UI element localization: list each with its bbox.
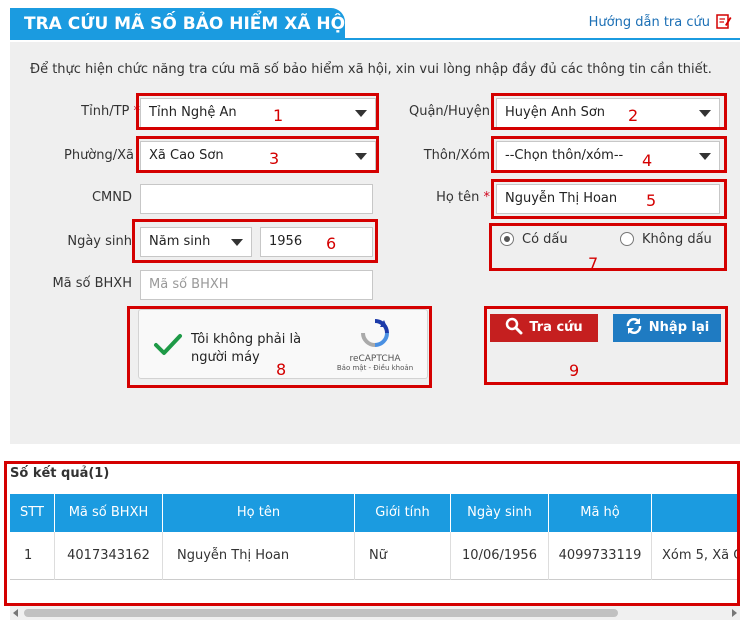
full-name-label: Họ tên *	[400, 190, 490, 205]
accent-without-label: Không dấu	[642, 232, 712, 247]
annotation-number: 5	[646, 191, 657, 210]
accent-with-label: Có dấu	[522, 232, 568, 247]
cell-gender: Nữ	[355, 532, 451, 580]
column-header[interactable]: Mã số BHXH	[55, 494, 163, 532]
search-button[interactable]: Tra cứu	[490, 314, 598, 342]
annotation-number: 8	[276, 360, 287, 379]
table-row[interactable]: 1 4017343162 Nguyễn Thị Hoan Nữ 10/06/19…	[10, 532, 740, 580]
district-select[interactable]: Huyện Anh Sơn	[496, 98, 720, 128]
search-icon	[506, 317, 523, 335]
cell-birth: 10/06/1956	[451, 532, 549, 580]
captcha-text: Tôi không phải là người máy	[191, 332, 302, 365]
radio-selected-icon	[500, 232, 514, 246]
hamlet-select[interactable]: --Chọn thôn/xóm--	[496, 141, 720, 171]
province-label: Tỉnh/TP *	[68, 104, 140, 119]
bhxh-label: Mã số BHXH	[52, 276, 132, 291]
birth-year-input[interactable]: 1956	[260, 227, 373, 257]
scroll-right-icon[interactable]	[732, 609, 737, 617]
annotation-number: 3	[269, 149, 280, 168]
province-label-text: Tỉnh/TP	[81, 104, 130, 119]
column-header[interactable]: Mã hộ	[549, 494, 652, 532]
accent-radio-without[interactable]: Không dấu	[620, 232, 712, 247]
results-table-header: STT Mã số BHXH Họ tên Giới tính Ngày sin…	[10, 494, 740, 532]
annotation-number: 4	[642, 151, 653, 170]
recaptcha-icon	[359, 319, 391, 352]
cell-bhxh: 4017343162	[55, 532, 163, 580]
birth-type-select[interactable]: Năm sinh	[140, 227, 252, 257]
annotation-number: 9	[569, 361, 580, 380]
id-card-label: CMND	[91, 190, 132, 205]
cell-name: Nguyễn Thị Hoan	[163, 532, 355, 580]
reset-button-label: Nhập lại	[648, 320, 710, 335]
annotation-number: 1	[273, 106, 284, 125]
intro-text: Để thực hiện chức năng tra cứu mã số bảo…	[30, 62, 712, 77]
cell-index: 1	[10, 532, 55, 580]
id-card-input[interactable]	[140, 184, 373, 214]
column-header[interactable]: Họ tên	[163, 494, 355, 532]
radio-unselected-icon	[620, 232, 634, 246]
captcha-terms[interactable]: Bảo mật - Điều khoản	[335, 364, 415, 372]
page-title: TRA CỨU MÃ SỐ BẢO HIỂM XÃ HỘI	[10, 8, 351, 40]
column-header[interactable]: Ngày sinh	[451, 494, 549, 532]
reset-button[interactable]: Nhập lại	[613, 314, 721, 342]
full-name-label-text: Họ tên	[436, 190, 480, 205]
column-header[interactable]	[652, 494, 740, 532]
hamlet-label: Thôn/Xóm	[423, 148, 490, 163]
annotation-number: 2	[628, 106, 639, 125]
birth-label: Ngày sinh	[67, 234, 132, 249]
scroll-left-icon[interactable]	[13, 609, 18, 617]
results-count: Số kết quả(1)	[10, 466, 110, 481]
header-bar: TRA CỨU MÃ SỐ BẢO HIỂM XÃ HỘI Hướng dẫn …	[10, 8, 740, 40]
annotation-number: 6	[326, 234, 337, 253]
required-mark: *	[483, 190, 491, 205]
district-label: Quận/Huyện	[408, 104, 490, 119]
checkmark-icon[interactable]	[153, 332, 183, 358]
column-header[interactable]: Giới tính	[355, 494, 451, 532]
accent-radio-with[interactable]: Có dấu	[500, 232, 568, 247]
captcha-brand: reCAPTCHA	[349, 354, 401, 364]
search-form: Để thực hiện chức năng tra cứu mã số bảo…	[10, 42, 740, 444]
recaptcha-logo: reCAPTCHA Bảo mật - Điều khoản	[335, 318, 415, 372]
annotation-number: 7	[588, 254, 599, 273]
cell-household: 4099733119	[549, 532, 652, 580]
guide-link-label: Hướng dẫn tra cứu	[588, 15, 710, 30]
bhxh-input[interactable]: Mã số BHXH	[140, 270, 373, 300]
province-select[interactable]: Tỉnh Nghệ An	[140, 98, 376, 128]
scrollbar-thumb[interactable]	[24, 609, 618, 617]
refresh-icon	[626, 318, 642, 334]
guide-link[interactable]: Hướng dẫn tra cứu	[589, 13, 732, 30]
full-name-input[interactable]: Nguyễn Thị Hoan	[496, 184, 720, 214]
cell-address: Xóm 5, Xã C	[662, 548, 740, 563]
edit-document-icon	[716, 13, 732, 29]
horizontal-scrollbar[interactable]	[10, 606, 740, 620]
ward-label: Phường/Xã	[63, 148, 134, 163]
search-button-label: Tra cứu	[529, 320, 583, 335]
column-header[interactable]: STT	[10, 494, 55, 532]
ward-select[interactable]: Xã Cao Sơn	[140, 141, 376, 171]
